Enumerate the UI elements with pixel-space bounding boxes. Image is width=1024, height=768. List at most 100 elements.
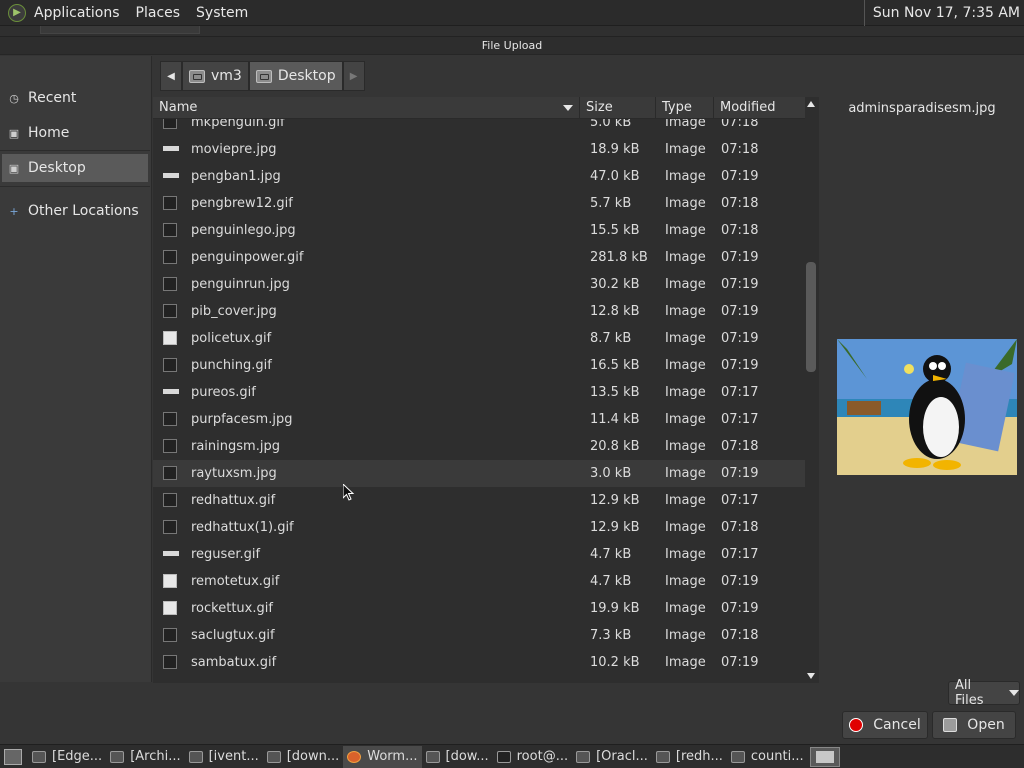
file-modified: 07:19: [721, 304, 759, 319]
menu-places[interactable]: Places: [128, 0, 189, 26]
file-row[interactable]: reguser.gif 4.7 kB Image 07:17: [153, 541, 805, 568]
taskbar-item[interactable]: [down...: [263, 746, 344, 768]
scroll-up-icon[interactable]: [807, 101, 815, 107]
file-type: Image: [665, 601, 706, 616]
column-name[interactable]: Name: [153, 97, 580, 119]
file-row[interactable]: pengbrew12.gif 5.7 kB Image 07:18: [153, 190, 805, 217]
show-desktop-icon[interactable]: [4, 748, 22, 765]
open-button[interactable]: Open: [932, 711, 1016, 739]
file-name: rainingsm.jpg: [191, 439, 280, 454]
file-row[interactable]: pureos.gif 13.5 kB Image 07:17: [153, 379, 805, 406]
file-modified: 07:18: [721, 223, 759, 238]
dialog-title: File Upload: [0, 37, 1024, 55]
file-name: penguinpower.gif: [191, 250, 304, 265]
file-row[interactable]: purpfacesm.jpg 11.4 kB Image 07:17: [153, 406, 805, 433]
taskbar-item[interactable]: [Archi...: [106, 746, 184, 768]
file-modified: 07:19: [721, 277, 759, 292]
image-thumbnail-icon: [163, 146, 179, 151]
menu-system[interactable]: System: [188, 0, 256, 26]
taskbar-item[interactable]: [ivent...: [185, 746, 263, 768]
scroll-thumb[interactable]: [806, 262, 816, 372]
taskbar-item-label: [Oracl...: [596, 749, 648, 764]
path-back-button[interactable]: ◀: [160, 61, 182, 91]
file-modified: 07:17: [721, 412, 759, 427]
image-thumbnail-icon: [163, 466, 177, 480]
place-desktop[interactable]: ▣ Desktop: [2, 154, 148, 182]
taskbar-item[interactable]: [redh...: [652, 746, 727, 768]
taskbar-item[interactable]: Worm...: [343, 745, 422, 768]
path-label: vm3: [211, 68, 242, 84]
place-recent[interactable]: ◷ Recent: [2, 84, 148, 112]
file-row[interactable]: raytuxsm.jpg 3.0 kB Image 07:19: [153, 460, 805, 487]
taskbar-item[interactable]: [Edge...: [28, 746, 106, 768]
cancel-button[interactable]: Cancel: [842, 711, 928, 739]
column-size[interactable]: Size: [580, 97, 656, 119]
place-other-locations[interactable]: + Other Locations: [2, 197, 148, 225]
file-name: redhattux.gif: [191, 493, 276, 508]
file-type: Image: [665, 142, 706, 157]
column-modified[interactable]: Modified: [714, 97, 805, 119]
taskbar-item[interactable]: [dow...: [422, 746, 493, 768]
file-type: Image: [665, 412, 706, 427]
taskbar-item[interactable]: counti...: [727, 746, 808, 768]
file-row[interactable]: punching.gif 16.5 kB Image 07:19: [153, 352, 805, 379]
file-modified: 07:17: [721, 385, 759, 400]
file-type: Image: [665, 119, 706, 130]
column-type[interactable]: Type: [656, 97, 714, 119]
file-modified: 07:19: [721, 655, 759, 670]
file-size: 10.2 kB: [590, 655, 640, 670]
file-modified: 07:19: [721, 250, 759, 265]
file-row[interactable]: sambatux.gif 10.2 kB Image 07:19: [153, 649, 805, 676]
path-segment-desktop[interactable]: Desktop: [248, 61, 343, 91]
place-home[interactable]: ▣ Home: [2, 119, 148, 147]
desktop-folder-icon: ▣: [8, 161, 20, 175]
file-modified: 07:19: [721, 466, 759, 481]
file-name: reguser.gif: [191, 547, 261, 562]
file-row[interactable]: penguinpower.gif 281.8 kB Image 07:19: [153, 244, 805, 271]
image-thumbnail-icon: [163, 493, 177, 507]
scroll-down-icon[interactable]: [807, 673, 815, 679]
terminal-icon: [496, 750, 511, 763]
file-name: purpfacesm.jpg: [191, 412, 293, 427]
file-name: punching.gif: [191, 358, 272, 373]
workspace-1[interactable]: [815, 750, 834, 763]
file-row[interactable]: rainingsm.jpg 20.8 kB Image 07:18: [153, 433, 805, 460]
file-row[interactable]: penguinlego.jpg 15.5 kB Image 07:18: [153, 217, 805, 244]
path-segment-vm3[interactable]: vm3: [182, 61, 249, 91]
taskbar-item[interactable]: root@...: [493, 746, 572, 768]
taskbar-item-label: [dow...: [445, 749, 489, 764]
file-row[interactable]: mkpenguin.gif 5.0 kB Image 07:18: [153, 119, 805, 136]
file-size: 4.7 kB: [590, 547, 632, 562]
image-thumbnail-icon: [163, 173, 179, 178]
panel-clock[interactable]: Sun Nov 17, 7:35 AM: [863, 0, 1020, 26]
file-list-scrollbar[interactable]: [804, 97, 818, 683]
desktop-folder-icon: [255, 69, 272, 83]
file-row[interactable]: redhattux.gif 12.9 kB Image 07:17: [153, 487, 805, 514]
file-size: 4.7 kB: [590, 574, 632, 589]
file-row[interactable]: rockettux.gif 19.9 kB Image 07:19: [153, 595, 805, 622]
path-forward-button[interactable]: ▶: [342, 61, 365, 91]
file-row[interactable]: moviepre.jpg 18.9 kB Image 07:18: [153, 136, 805, 163]
file-row[interactable]: pib_cover.jpg 12.8 kB Image 07:19: [153, 298, 805, 325]
file-modified: 07:18: [721, 439, 759, 454]
drive-folder-icon: [189, 69, 205, 83]
file-row[interactable]: policetux.gif 8.7 kB Image 07:19: [153, 325, 805, 352]
image-thumbnail-icon: [163, 119, 177, 129]
path-bar: ◀ vm3 Desktop ▶: [160, 61, 365, 91]
file-row[interactable]: redhattux(1).gif 12.9 kB Image 07:18: [153, 514, 805, 541]
file-size: 7.3 kB: [590, 628, 632, 643]
taskbar-item[interactable]: [Oracl...: [572, 746, 652, 768]
image-thumbnail-icon: [163, 520, 177, 534]
menu-applications[interactable]: Applications: [26, 0, 128, 26]
file-row[interactable]: saclugtux.gif 7.3 kB Image 07:18: [153, 622, 805, 649]
file-row[interactable]: pengban1.jpg 47.0 kB Image 07:19: [153, 163, 805, 190]
distro-logo-icon[interactable]: ▶: [8, 3, 26, 22]
workspace-switcher[interactable]: [809, 746, 840, 767]
file-row[interactable]: penguinrun.jpg 30.2 kB Image 07:19: [153, 271, 805, 298]
file-modified: 07:18: [721, 520, 759, 535]
file-row[interactable]: remotetux.gif 4.7 kB Image 07:19: [153, 568, 805, 595]
sidebar-divider: [0, 150, 150, 151]
file-filter-dropdown[interactable]: All Files: [948, 678, 1020, 708]
sort-descending-icon[interactable]: [563, 105, 573, 111]
file-type: Image: [665, 250, 706, 265]
